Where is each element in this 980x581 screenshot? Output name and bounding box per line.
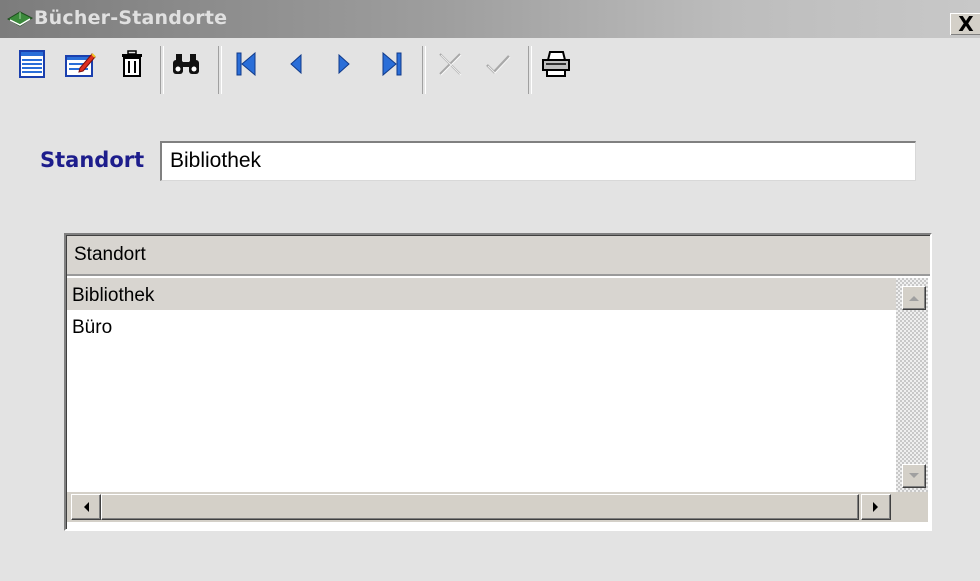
toolbar-separator <box>160 46 164 94</box>
confirm-icon[interactable] <box>482 48 514 80</box>
arrow-right-icon <box>873 502 878 512</box>
standort-label: Standort <box>40 148 145 172</box>
previous-record-icon[interactable] <box>280 48 312 80</box>
toolbar-separator <box>422 46 426 94</box>
table-row[interactable]: Bibliothek <box>67 278 896 310</box>
toolbar-separator <box>528 46 532 94</box>
scroll-thumb[interactable] <box>101 494 859 520</box>
table-row[interactable]: Büro <box>67 310 896 342</box>
scroll-up-button[interactable] <box>902 286 926 310</box>
arrow-up-icon <box>909 296 919 301</box>
printer-icon[interactable] <box>540 48 572 80</box>
horizontal-scrollbar[interactable] <box>67 492 896 522</box>
book-icon <box>6 10 34 28</box>
scrollbar-corner <box>896 492 928 522</box>
close-button[interactable]: X <box>950 13 980 35</box>
trash-icon[interactable] <box>116 48 148 80</box>
scroll-right-button[interactable] <box>861 494 891 520</box>
scroll-left-button[interactable] <box>71 494 101 520</box>
window-title: Bücher-Standorte <box>34 7 228 29</box>
column-header-standort[interactable]: Standort <box>67 236 930 276</box>
standort-input[interactable]: Bibliothek <box>160 141 916 181</box>
next-record-icon[interactable] <box>328 48 360 80</box>
toolbar-separator <box>218 46 222 94</box>
last-record-icon[interactable] <box>376 48 408 80</box>
arrow-left-icon <box>84 502 89 512</box>
binoculars-icon[interactable] <box>170 48 202 80</box>
edit-icon[interactable] <box>64 48 96 80</box>
vertical-scrollbar[interactable] <box>896 278 928 492</box>
arrow-down-icon <box>909 473 919 478</box>
standort-grid: Standort Bibliothek Büro <box>64 233 932 531</box>
cancel-icon[interactable] <box>434 48 466 80</box>
first-record-icon[interactable] <box>230 48 262 80</box>
list-icon[interactable] <box>16 48 48 80</box>
title-bar: Bücher-Standorte X <box>0 0 980 38</box>
scroll-down-button[interactable] <box>902 464 926 488</box>
